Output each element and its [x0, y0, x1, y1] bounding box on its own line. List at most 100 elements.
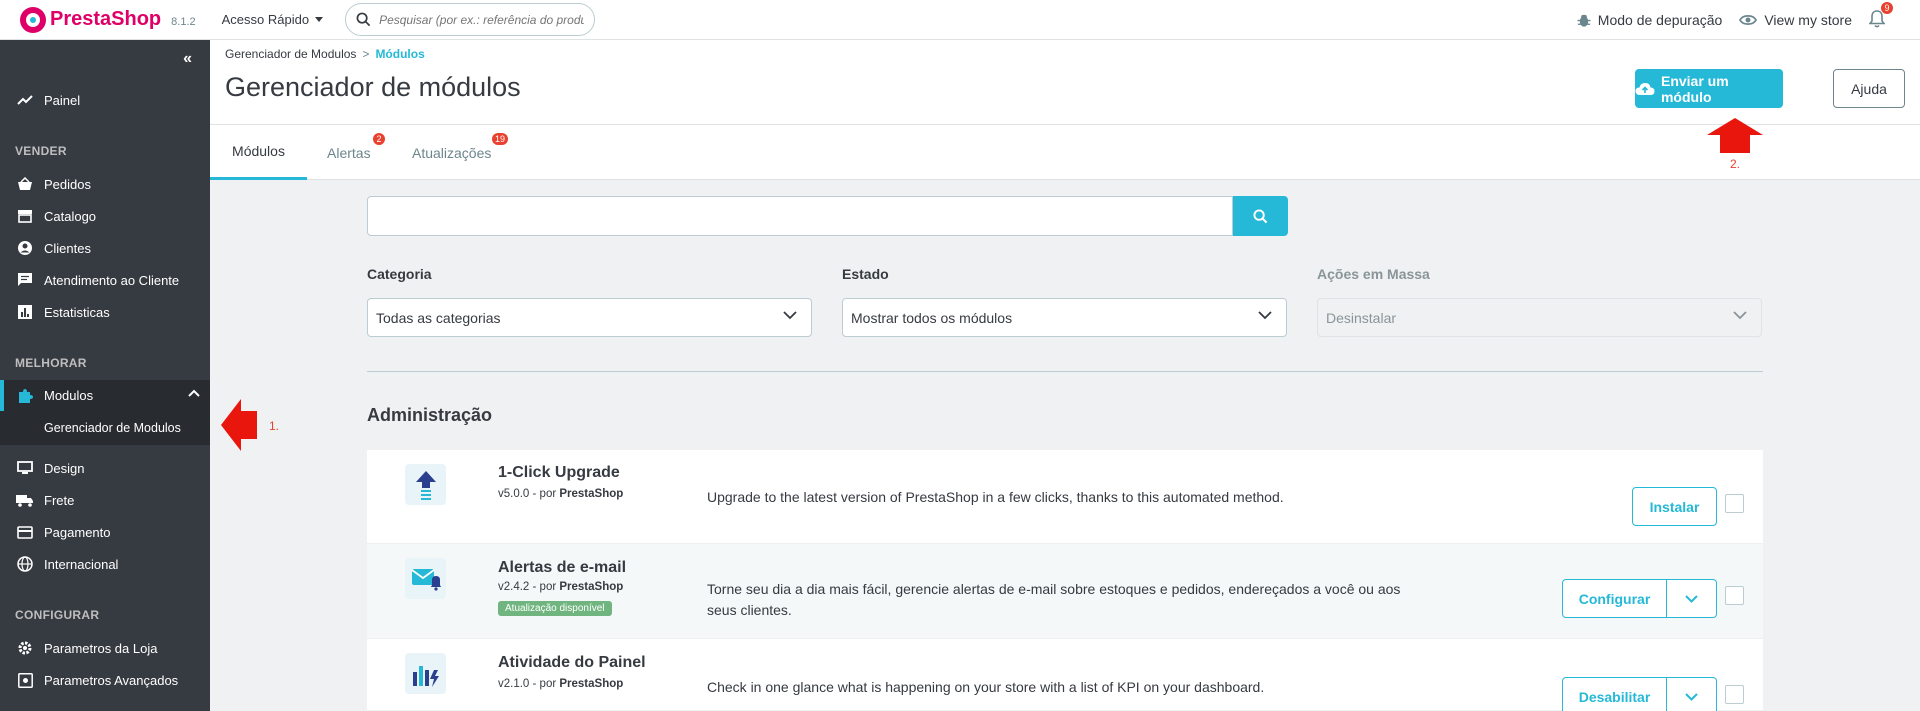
- tabs-bar: Módulos Alertas 2 Atualizações 19: [210, 124, 1920, 180]
- module-author: PrestaShop: [559, 678, 624, 690]
- globe-icon: [15, 554, 35, 574]
- module-version: v2.4.2 - por: [498, 581, 557, 593]
- email-alert-icon: [405, 558, 446, 599]
- module-select-checkbox[interactable]: [1725, 494, 1744, 513]
- annotation-arrow-up-icon: [1707, 118, 1763, 153]
- upload-module-label: Enviar um módulo: [1660, 72, 1729, 105]
- logo-prefix: Presta: [50, 8, 112, 30]
- tab-label: Alertas: [327, 144, 371, 161]
- sidebar-item-label: Parametros da Loja: [44, 640, 158, 656]
- module-name: 1-Click Upgrade: [498, 464, 620, 481]
- bulk-actions-select[interactable]: Desinstalar: [1317, 298, 1762, 337]
- configure-button[interactable]: Configurar: [1562, 579, 1667, 618]
- annotation-step-2: 2.: [1730, 157, 1741, 171]
- state-select-value: Mostrar todos os módulos: [851, 309, 1013, 326]
- sidebar-item-design[interactable]: Design: [0, 452, 210, 484]
- section-sell-title: VENDER: [15, 144, 67, 158]
- divider: [367, 371, 1763, 372]
- notifications-badge: 9: [1881, 1, 1893, 14]
- sidebar-item-shipping[interactable]: Frete: [0, 484, 210, 516]
- notifications-button[interactable]: 9: [1868, 1, 1893, 31]
- module-meta: v5.0.0 - por PrestaShop: [498, 488, 623, 500]
- quick-access-label: Acesso Rápido: [221, 12, 310, 27]
- module-version: v2.1.0 - por: [498, 678, 557, 690]
- module-author: PrestaShop: [559, 581, 624, 593]
- module-meta: v2.4.2 - por PrestaShop: [498, 581, 623, 593]
- sidebar-item-customers[interactable]: Clientes: [0, 232, 210, 264]
- sidebar-subitem-module-manager[interactable]: Gerenciador de Modulos: [0, 411, 210, 445]
- module-description: Check in one glance what is happening on…: [707, 679, 1265, 695]
- module-row: Atividade do Painel v2.1.0 - por PrestaS…: [367, 639, 1763, 711]
- logo-text: PrestaShop: [50, 8, 161, 31]
- sidebar-item-stats[interactable]: Estatisticas: [0, 296, 210, 328]
- quick-access-dropdown[interactable]: Acesso Rápido: [221, 12, 324, 27]
- sidebar-item-label: Modulos: [44, 388, 94, 403]
- global-search-input[interactable]: [379, 12, 585, 27]
- sidebar-item-orders[interactable]: Pedidos: [0, 168, 210, 200]
- install-button[interactable]: Instalar: [1632, 487, 1717, 526]
- module-actions-dropdown[interactable]: [1667, 677, 1717, 711]
- search-icon: [1253, 208, 1268, 223]
- update-available-badge: Atualização disponível: [498, 601, 612, 616]
- upload-module-button[interactable]: Enviar um módulo: [1635, 69, 1783, 108]
- disable-button[interactable]: Desabilitar: [1562, 677, 1667, 711]
- chat-icon: [15, 270, 35, 290]
- tab-alerts[interactable]: Alertas 2: [327, 125, 385, 180]
- debug-mode-link[interactable]: Modo de depuração: [1577, 12, 1722, 28]
- account-circle-icon: [15, 238, 35, 258]
- sidebar-item-dashboard[interactable]: Painel: [0, 84, 210, 116]
- logo-suffix: Shop: [111, 8, 162, 30]
- module-search-button[interactable]: [1233, 196, 1288, 236]
- chevron-down-icon: [1685, 594, 1698, 603]
- upgrade-arrow-icon: [405, 464, 446, 505]
- version-label: 8.1.2: [171, 15, 196, 28]
- alerts-badge: 2: [373, 133, 385, 145]
- bug-icon: [1577, 14, 1591, 27]
- view-store-link[interactable]: View my store: [1739, 12, 1852, 28]
- updates-badge: 19: [492, 133, 509, 145]
- sidebar-item-label: Parametros Avançados: [44, 672, 179, 688]
- state-label: Estado: [842, 266, 889, 282]
- state-select[interactable]: Mostrar todos os módulos: [842, 298, 1287, 337]
- module-meta: v2.1.0 - por PrestaShop: [498, 678, 623, 690]
- chevron-down-icon: [1733, 311, 1747, 320]
- trending-up-icon: [15, 90, 35, 110]
- module-author: PrestaShop: [559, 488, 624, 500]
- breadcrumb-current[interactable]: Módulos: [375, 47, 424, 61]
- page-title: Gerenciador de módulos: [225, 72, 521, 102]
- page-header: Gerenciador de Modulos > Módulos Gerenciad…: [210, 40, 1920, 124]
- sidebar-item-catalog[interactable]: Catalogo: [0, 200, 210, 232]
- basket-icon: [15, 174, 35, 194]
- sidebar-item-advanced-params[interactable]: Parametros Avançados: [0, 664, 210, 696]
- module-actions-dropdown[interactable]: [1667, 579, 1717, 618]
- dashboard-activity-icon: [405, 653, 446, 694]
- bulk-actions-value: Desinstalar: [1326, 309, 1397, 326]
- help-button[interactable]: Ajuda: [1833, 69, 1905, 108]
- sidebar-item-label: Estatisticas: [44, 304, 110, 320]
- bar-chart-icon: [15, 302, 35, 322]
- tab-modules[interactable]: Módulos: [210, 125, 307, 180]
- category-select-value: Todas as categorias: [376, 309, 501, 326]
- module-row: 1-Click Upgrade v5.0.0 - por PrestaShop …: [367, 450, 1763, 544]
- tab-updates[interactable]: Atualizações 19: [412, 125, 509, 180]
- module-select-checkbox[interactable]: [1725, 685, 1744, 704]
- module-select-checkbox[interactable]: [1725, 586, 1744, 605]
- category-label: Categoria: [367, 266, 432, 282]
- sidebar-item-modules[interactable]: Modulos: [0, 380, 210, 411]
- chevron-down-icon: [1685, 692, 1698, 701]
- global-search[interactable]: [345, 3, 596, 36]
- prestashop-logo[interactable]: PrestaShop: [20, 6, 161, 33]
- chevron-up-icon: [188, 389, 200, 397]
- sidebar-item-label: Frete: [44, 492, 75, 508]
- view-store-label: View my store: [1764, 12, 1852, 28]
- category-section-title: Administração: [367, 405, 493, 425]
- category-select[interactable]: Todas as categorias: [367, 298, 812, 337]
- sidebar-item-customer-service[interactable]: Atendimento ao Cliente: [0, 264, 210, 296]
- sidebar-item-international[interactable]: Internacional: [0, 548, 210, 580]
- breadcrumb-parent[interactable]: Gerenciador de Modulos: [225, 47, 356, 61]
- sidebar-item-shop-params[interactable]: Parametros da Loja: [0, 632, 210, 664]
- sidebar: « Painel VENDER Pedidos Catalogo Cliente…: [0, 40, 210, 711]
- sidebar-item-payment[interactable]: Pagamento: [0, 516, 210, 548]
- collapse-sidebar-icon[interactable]: «: [183, 50, 192, 68]
- module-search-input[interactable]: [367, 196, 1233, 236]
